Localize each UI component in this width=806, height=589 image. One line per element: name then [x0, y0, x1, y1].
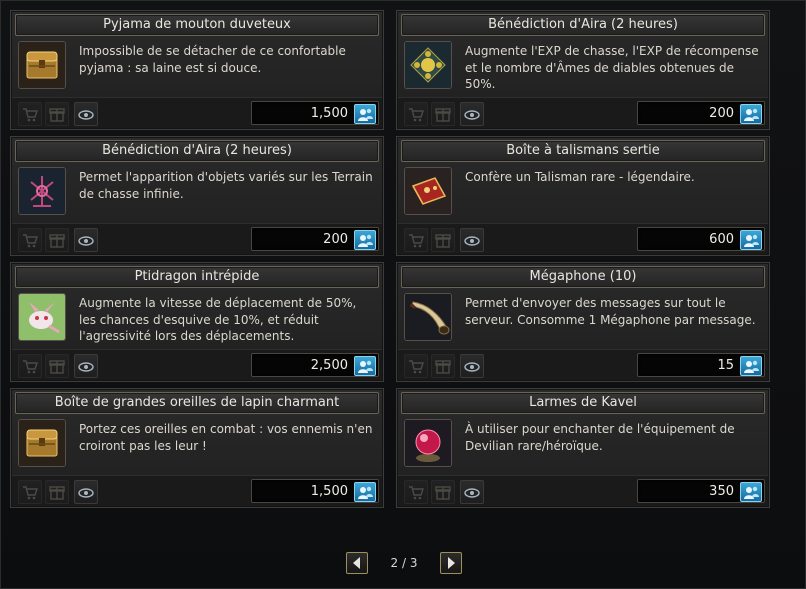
price-field: 200: [637, 101, 765, 125]
preview-button[interactable]: [460, 480, 484, 504]
price-field: 350: [637, 479, 765, 503]
item-description: Augmente la vitesse de déplacement de 50…: [79, 296, 357, 343]
shop-item-card[interactable]: Ptidragon intrépide Augmente la vitesse …: [10, 262, 384, 382]
shop-panel: Pyjama de mouton duveteux Impossible de …: [0, 0, 806, 589]
shop-item-card[interactable]: Mégaphone (10) Permet d'envoyer des mess…: [396, 262, 770, 382]
preview-button[interactable]: [74, 228, 98, 252]
item-footer: 2,500: [12, 349, 382, 380]
cash-coin-icon: [354, 104, 376, 124]
red-orb-icon[interactable]: [404, 419, 452, 467]
treasure-chest-icon[interactable]: [18, 41, 66, 89]
preview-button[interactable]: [460, 102, 484, 126]
item-title: Mégaphone (10): [401, 266, 765, 288]
item-title: Boîte à talismans sertie: [401, 140, 765, 162]
preview-button[interactable]: [74, 102, 98, 126]
magic-rune-icon[interactable]: [18, 167, 66, 215]
gift-button[interactable]: [431, 354, 455, 378]
cart-button[interactable]: [18, 228, 42, 252]
price-field: 600: [637, 227, 765, 251]
cart-button[interactable]: [18, 480, 42, 504]
shop-item-card[interactable]: Bénédiction d'Aira (2 heures) Permet l'a…: [10, 136, 384, 256]
cart-button[interactable]: [18, 354, 42, 378]
price-field: 200: [251, 227, 379, 251]
price-field: 1,500: [251, 479, 379, 503]
preview-button[interactable]: [74, 354, 98, 378]
arrow-right-icon: [448, 557, 455, 569]
gift-button[interactable]: [45, 228, 69, 252]
gift-button[interactable]: [431, 480, 455, 504]
cash-coin-icon: [354, 356, 376, 376]
preview-button[interactable]: [460, 354, 484, 378]
item-footer: 200: [398, 97, 768, 128]
item-title: Bénédiction d'Aira (2 heures): [15, 140, 379, 162]
shop-item-card[interactable]: Pyjama de mouton duveteux Impossible de …: [10, 10, 384, 130]
cash-coin-icon: [740, 230, 762, 250]
gift-button[interactable]: [431, 102, 455, 126]
gift-button[interactable]: [45, 354, 69, 378]
shop-item-card[interactable]: Boîte à talismans sertie Confère un Tali…: [396, 136, 770, 256]
item-price: 15: [717, 358, 734, 373]
price-field: 15: [637, 353, 765, 377]
cart-button[interactable]: [404, 228, 428, 252]
item-description: Impossible de se détacher de ce conforta…: [79, 44, 346, 75]
shop-item-card[interactable]: Bénédiction d'Aira (2 heures) Augmente l…: [396, 10, 770, 130]
cart-button[interactable]: [18, 102, 42, 126]
item-title: Ptidragon intrépide: [15, 266, 379, 288]
page-indicator: 2 / 3: [390, 556, 418, 570]
item-price: 200: [709, 106, 734, 121]
cart-button[interactable]: [404, 480, 428, 504]
preview-button[interactable]: [460, 228, 484, 252]
item-description: Permet d'envoyer des messages sur tout l…: [465, 296, 756, 327]
cart-button[interactable]: [404, 102, 428, 126]
item-footer: 1,500: [12, 475, 382, 506]
shop-item-card[interactable]: Boîte de grandes oreilles de lapin charm…: [10, 388, 384, 508]
next-page-button[interactable]: [440, 552, 462, 574]
item-footer: 350: [398, 475, 768, 506]
prev-page-button[interactable]: [346, 552, 368, 574]
item-title: Larmes de Kavel: [401, 392, 765, 414]
price-field: 1,500: [251, 101, 379, 125]
cash-coin-icon: [354, 230, 376, 250]
gift-button[interactable]: [45, 480, 69, 504]
cash-coin-icon: [740, 104, 762, 124]
item-price: 1,500: [310, 106, 348, 121]
item-footer: 600: [398, 223, 768, 254]
item-price: 1,500: [310, 484, 348, 499]
item-footer: 15: [398, 349, 768, 380]
preview-button[interactable]: [74, 480, 98, 504]
gift-button[interactable]: [431, 228, 455, 252]
talisman-box-icon[interactable]: [404, 167, 452, 215]
price-field: 2,500: [251, 353, 379, 377]
item-price: 600: [709, 232, 734, 247]
cart-button[interactable]: [404, 354, 428, 378]
item-price: 350: [709, 484, 734, 499]
treasure-chest-icon[interactable]: [18, 419, 66, 467]
item-description: Confère un Talisman rare - légendaire.: [465, 170, 695, 184]
item-title: Bénédiction d'Aira (2 heures): [401, 14, 765, 36]
arrow-left-icon: [353, 557, 360, 569]
cash-coin-icon: [740, 482, 762, 502]
item-title: Boîte de grandes oreilles de lapin charm…: [15, 392, 379, 414]
cash-coin-icon: [740, 356, 762, 376]
item-description: Permet l'apparition d'objets variés sur …: [79, 170, 373, 201]
item-description: Augmente l'EXP de chasse, l'EXP de récom…: [465, 44, 759, 91]
item-description: À utiliser pour enchanter de l'équipemen…: [465, 422, 735, 453]
item-price: 2,500: [310, 358, 348, 373]
item-title: Pyjama de mouton duveteux: [15, 14, 379, 36]
gift-button[interactable]: [45, 102, 69, 126]
item-price: 200: [323, 232, 348, 247]
shop-item-card[interactable]: Larmes de Kavel À utiliser pour enchante…: [396, 388, 770, 508]
item-footer: 200: [12, 223, 382, 254]
megaphone-horn-icon[interactable]: [404, 293, 452, 341]
pagination: 2 / 3: [346, 552, 462, 574]
dragon-pet-icon[interactable]: [18, 293, 66, 341]
item-description: Portez ces oreilles en combat : vos enne…: [79, 422, 373, 453]
cash-coin-icon: [354, 482, 376, 502]
golden-emblem-icon[interactable]: [404, 41, 452, 89]
item-footer: 1,500: [12, 97, 382, 128]
